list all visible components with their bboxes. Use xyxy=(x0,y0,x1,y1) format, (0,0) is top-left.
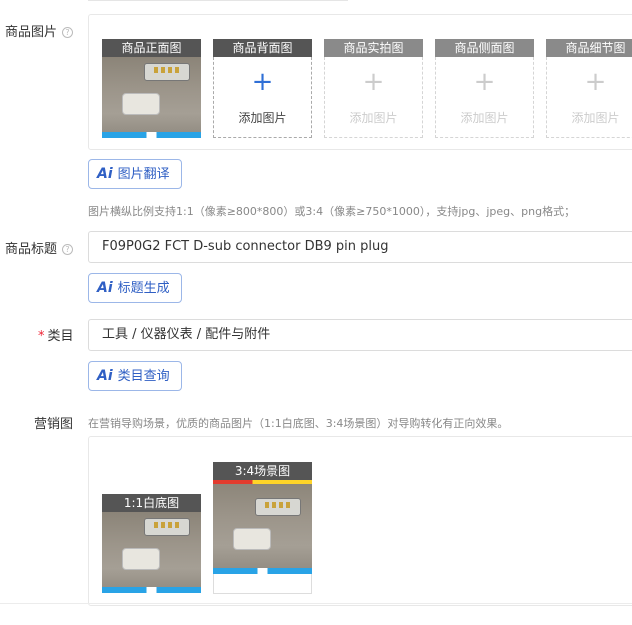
category-query-button[interactable]: Ai 类目查询 xyxy=(88,361,182,391)
product-edit-form: 商品图片? 商品正面图 商品背面图 + 添加图片 商品实拍图 + 添加图片 商品… xyxy=(0,0,632,625)
slot-title: 商品背面图 xyxy=(213,39,312,57)
marketing-images-panel: 1:1白底图 3:4场景图 xyxy=(88,436,632,606)
question-circle-icon[interactable]: ? xyxy=(62,244,74,255)
ai-icon: Ai xyxy=(97,280,113,296)
slot-title: 商品细节图 xyxy=(546,39,632,57)
slot-title: 商品侧面图 xyxy=(435,39,534,57)
add-image-label: 添加图片 xyxy=(571,111,620,125)
slot-title: 商品实拍图 xyxy=(324,39,423,57)
image-slot-real[interactable]: 商品实拍图 + 添加图片 xyxy=(324,39,423,138)
add-image-label: 添加图片 xyxy=(460,111,509,125)
ai-icon: Ai xyxy=(97,368,113,384)
image-slot-detail[interactable]: 商品细节图 + 添加图片 xyxy=(546,39,632,138)
product-photo xyxy=(213,480,312,574)
slot-title: 3:4场景图 xyxy=(213,462,312,480)
title-label: 商品标题? xyxy=(5,238,74,257)
product-images-panel: 商品正面图 商品背面图 + 添加图片 商品实拍图 + 添加图片 商品侧面图 + … xyxy=(88,14,632,150)
add-image-label: 添加图片 xyxy=(349,111,398,125)
title-input[interactable]: F09P0G2 FCT D-sub connector DB9 pin plug xyxy=(88,231,632,263)
divider xyxy=(88,0,348,1)
plus-icon: + xyxy=(473,67,496,97)
divider xyxy=(0,603,632,604)
category-label: * 类目 xyxy=(38,329,74,344)
image-slot-front[interactable]: 商品正面图 xyxy=(102,39,201,138)
plus-icon: + xyxy=(584,67,607,97)
image-format-hint: 图片横纵比例支持1:1（像素≥800*800）或3:4（像素≥750*1000）… xyxy=(88,205,576,218)
marketing-hint: 在营销导购场景，优质的商品图片（1:1白底图、3:4场景图）对导购转化有正向效果… xyxy=(88,417,509,430)
slot-title: 1:1白底图 xyxy=(102,494,201,512)
plus-icon: + xyxy=(251,67,274,97)
marketing-slot-scene[interactable]: 3:4场景图 xyxy=(213,462,312,594)
image-slot-back[interactable]: 商品背面图 + 添加图片 xyxy=(213,39,312,138)
slot-title: 商品正面图 xyxy=(102,39,201,57)
ai-icon: Ai xyxy=(97,166,113,182)
image-translate-button[interactable]: Ai 图片翻译 xyxy=(88,159,182,189)
title-generate-button[interactable]: Ai 标题生成 xyxy=(88,273,182,303)
product-images-label: 商品图片? xyxy=(5,21,74,40)
product-photo xyxy=(102,57,201,138)
marketing-label: 营销图 xyxy=(34,417,74,432)
required-mark: * xyxy=(38,329,45,344)
marketing-slot-square[interactable]: 1:1白底图 xyxy=(102,494,201,593)
image-slot-side[interactable]: 商品侧面图 + 添加图片 xyxy=(435,39,534,138)
product-photo xyxy=(102,512,201,593)
category-select[interactable]: 工具 / 仪器仪表 / 配件与附件 xyxy=(88,319,632,351)
add-image-label: 添加图片 xyxy=(238,111,287,125)
plus-icon: + xyxy=(362,67,385,97)
question-circle-icon[interactable]: ? xyxy=(62,27,74,38)
